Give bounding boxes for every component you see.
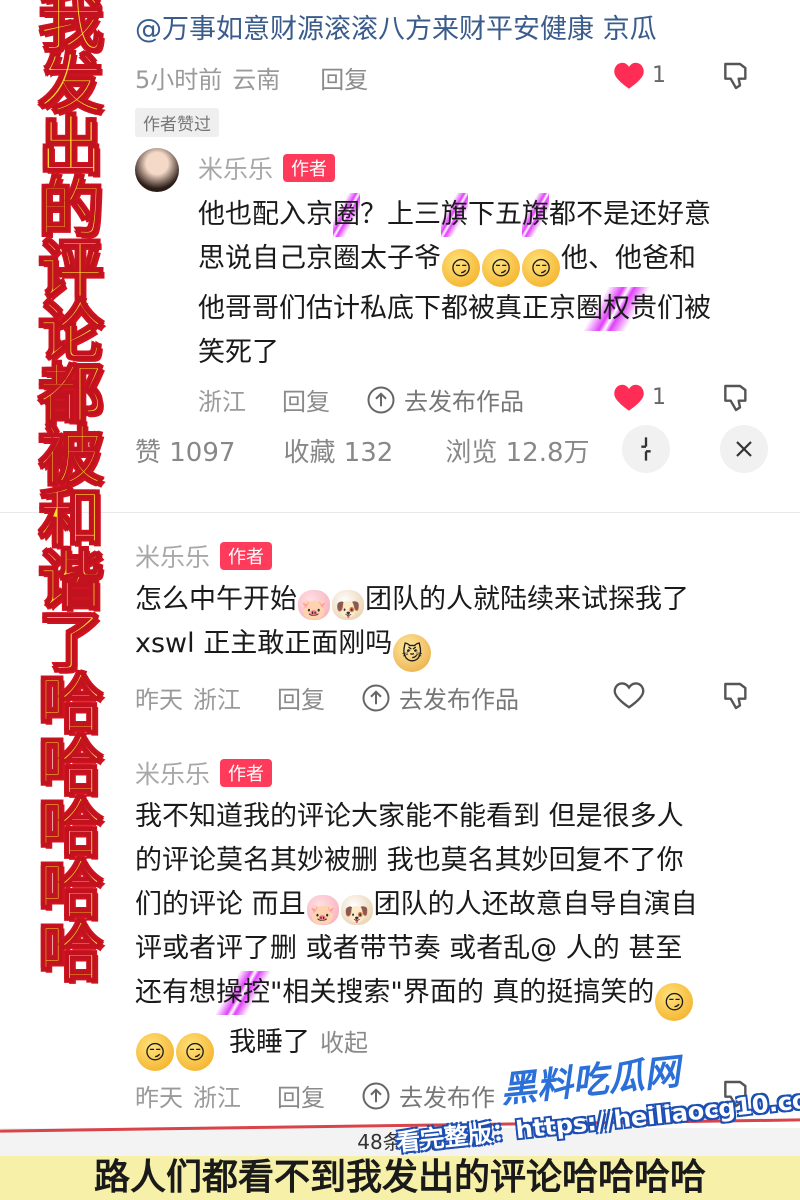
comment-1-dislike-icon[interactable] (720, 60, 752, 92)
comment-1-location: 云南 (232, 66, 281, 94)
comment-2-location: 浙江 (193, 686, 241, 714)
reply-1-line: 们被 (657, 293, 711, 324)
reply-1-line: 笑死了 (198, 337, 279, 368)
emoji-smirk-icon: 😏 (176, 1033, 214, 1071)
reply-1-location: 浙江 (198, 388, 246, 416)
comment-3-line: "相关搜索"界面的 真的挺搞笑的 (270, 977, 655, 1008)
comment-2-time: 昨天 (135, 686, 183, 714)
censor-sparkle: 圈 (333, 193, 360, 237)
likes-stat: 赞 1097 (135, 438, 236, 468)
section-divider (0, 512, 800, 513)
comment-3-line: 评或者评了删 或者带节奏 或者乱@ 人的 甚至 (135, 933, 683, 964)
comment-1: @万事如意财源滚滚八方来财平安健康 京瓜 (135, 10, 775, 50)
avatar[interactable] (135, 148, 179, 192)
comment-3-text: 我不知道我的评论大家能不能看到 但是很多人 的评论莫名其妙被删 我也莫名其妙回复… (135, 795, 775, 1071)
comment-1-text: @万事如意财源滚滚八方来财平安健康 京瓜 (135, 14, 657, 45)
comment-1-reply-button[interactable]: 回复 (320, 60, 368, 95)
reply-1-line: 下五 (468, 199, 522, 230)
reply-1-line: 他也配入京 (198, 199, 333, 230)
comment-2-author-name[interactable]: 米乐乐 (135, 538, 210, 574)
publish-work-button[interactable]: 去发布作品 (361, 680, 519, 715)
comment-2-author-row: 米乐乐 作者 (135, 538, 273, 574)
pig-emoji-icon: 🐷 (298, 590, 330, 621)
heart-filled-icon (614, 62, 644, 89)
close-button[interactable] (720, 425, 768, 473)
publish-work-button[interactable]: 去发布作 (361, 1078, 495, 1113)
reply-1-line: 都不是还好意 (549, 199, 711, 230)
comment-3-line: 我不知道我的评论大家能不能看到 但是很多人 (135, 801, 684, 832)
comment-3-line: 们的评论 而且 (135, 889, 306, 920)
reply-1-reply-button[interactable]: 回复 (282, 382, 330, 417)
post-stats-bar: 赞 1097 收藏 132 浏览 12.8万 (135, 432, 590, 469)
favorites-stat: 收藏 132 (283, 438, 394, 468)
heart-filled-icon (614, 384, 644, 411)
collapse-button[interactable] (622, 425, 670, 473)
comment-1-like-button[interactable]: 1 (612, 60, 666, 90)
comment-2-reply-button[interactable]: 回复 (277, 680, 325, 715)
collapse-arrows-icon (641, 437, 651, 461)
reply-1-author-name[interactable]: 米乐乐 (198, 150, 273, 186)
comment-3-line: 我睡了 (229, 1027, 310, 1058)
censor-sparkle: 操控 (216, 971, 270, 1015)
upload-arrow-icon (362, 1082, 390, 1109)
comment-3-line: 的评论莫名其妙被删 我也莫名其妙回复不了你 (135, 845, 684, 876)
views-stat: 浏览 12.8万 (445, 438, 590, 468)
comment-2-text: 怎么中午开始 🐷 🐶 团队的人就陆续来试探我了 xswl 正主敢正面刚吗 😼 (135, 578, 775, 672)
emoji-smirk-icon: 😏 (482, 249, 520, 287)
reply-1-dislike-icon[interactable] (720, 382, 752, 414)
dog-emoji-icon: 🐶 (332, 590, 364, 621)
reply-1-line: 思说自己京圈太子爷 (198, 243, 441, 274)
author-tag: 作者 (220, 759, 273, 787)
comment-1-meta: 5小时前 云南 回复 (135, 60, 368, 95)
collapse-link[interactable]: 收起 (320, 1029, 368, 1057)
emoji-smirk-icon: 😏 (655, 983, 694, 1021)
comment-3-line: 还有想 (135, 977, 216, 1008)
censor-sparkle: 旗 (441, 193, 468, 237)
comment-2-line: xswl 正主敢正面刚吗 (135, 628, 393, 659)
vertical-caption: 我发出的评论都被和谐了哈哈哈哈哈 (27, 0, 103, 981)
reply-1-line: 他、他爸和 (561, 243, 696, 274)
reply-1-like-button[interactable]: 1 (612, 382, 666, 412)
publish-work-button[interactable]: 去发布作品 (366, 382, 524, 417)
emoji-smirk-icon: 😏 (522, 249, 560, 287)
author-tag: 作者 (283, 154, 336, 182)
dog-emoji-icon: 🐶 (340, 895, 373, 926)
cat-emoji-icon: 😼 (393, 634, 432, 672)
emoji-smirk-icon: 😏 (442, 249, 480, 287)
comment-3-line: 团队的人还故意自导自演自 (373, 889, 698, 920)
emoji-smirk-icon: 😏 (136, 1033, 174, 1071)
reply-1-line: ？上三 (360, 199, 441, 230)
reply-1-meta: 浙江 回复 去发布作品 (198, 382, 524, 417)
bottom-caption-banner: 路人们都看不到我发出的评论哈哈哈哈 (0, 1156, 800, 1200)
comment-2-line: 怎么中午开始 (135, 584, 297, 615)
comment-1-like-count: 1 (652, 62, 666, 88)
upload-arrow-icon (362, 684, 390, 711)
comment-3-author-row: 米乐乐 作者 (135, 755, 273, 791)
reply-1-line: 他哥哥们估计私底下都被真正京 (198, 293, 576, 324)
close-icon (736, 441, 752, 457)
author-liked-badge: 作者赞过 (135, 108, 219, 137)
comment-1-time: 5小时前 (135, 66, 223, 94)
publish-work-label: 去发布作 (399, 1084, 495, 1112)
comment-3-reply-button[interactable]: 回复 (277, 1078, 325, 1113)
pig-emoji-icon: 🐷 (306, 895, 339, 926)
censor-sparkle: 旗 (522, 193, 549, 237)
comment-2-meta: 昨天 浙江 回复 去发布作品 (135, 680, 519, 715)
comment-3-meta: 昨天 浙江 回复 去发布作 (135, 1078, 495, 1113)
reply-1-text: 他也配入京圈？上三旗下五旗都不是还好意 思说自己京圈太子爷 😏 😏 😏 他、他爸和 他哥… (198, 193, 768, 375)
comment-3-time: 昨天 (135, 1084, 183, 1112)
reply-1-author-row: 米乐乐 作者 (198, 150, 336, 186)
censor-sparkle: 圈权贵 (576, 287, 657, 331)
author-tag: 作者 (220, 542, 273, 570)
comment-2-dislike-icon[interactable] (720, 680, 752, 712)
publish-work-label: 去发布作品 (404, 388, 524, 416)
comment-3-location: 浙江 (193, 1084, 241, 1112)
upload-arrow-icon (367, 386, 395, 413)
reply-1-like-count: 1 (652, 384, 666, 410)
comment-3-author-name[interactable]: 米乐乐 (135, 755, 210, 791)
publish-work-label: 去发布作品 (399, 686, 519, 714)
comment-2-line: 团队的人就陆续来试探我了 (365, 584, 689, 615)
heart-outline-icon[interactable] (612, 680, 646, 710)
